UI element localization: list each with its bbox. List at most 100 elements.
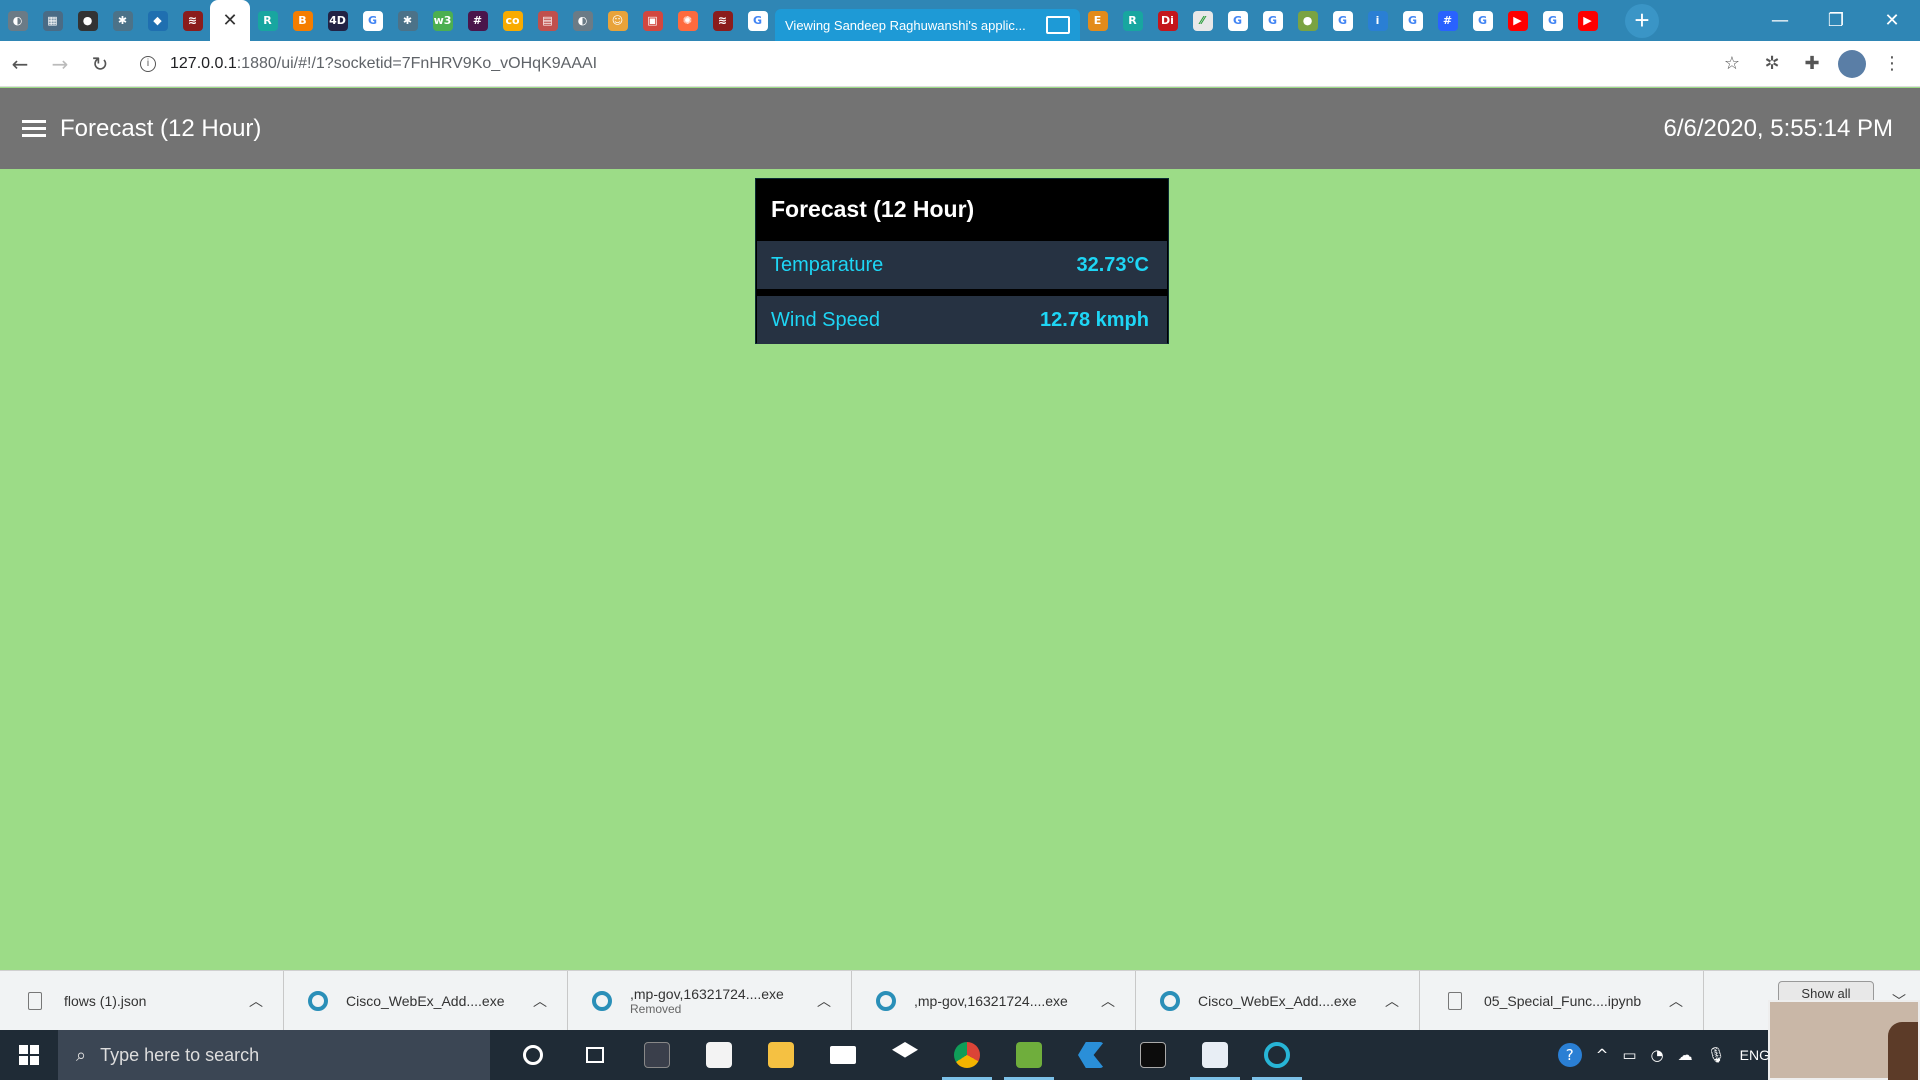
taskbar-app[interactable]	[626, 1030, 688, 1080]
minimize-button[interactable]: —	[1752, 0, 1808, 41]
site-info-icon[interactable]: i	[140, 55, 156, 72]
onedrive-icon[interactable]: ☁	[1678, 1046, 1693, 1064]
browser-tab[interactable]: ⁄⁄	[1185, 0, 1220, 41]
start-button[interactable]	[0, 1030, 58, 1080]
cmd-icon	[1140, 1042, 1166, 1068]
browser-tab[interactable]: 4D	[320, 0, 355, 41]
browser-tab[interactable]: #	[460, 0, 495, 41]
notepad-icon	[1016, 1042, 1042, 1068]
browser-tab[interactable]: ✱	[105, 0, 140, 41]
cortana-icon	[523, 1045, 543, 1065]
chevron-up-icon[interactable]: ︿	[533, 991, 547, 1011]
restore-button[interactable]: ❐	[1808, 0, 1864, 41]
taskbar-app[interactable]	[688, 1030, 750, 1080]
avatar-icon: ☺	[607, 10, 628, 31]
researchgate-icon: R	[257, 10, 278, 31]
cortana-button[interactable]	[502, 1030, 564, 1080]
wifi-icon[interactable]: ◔	[1651, 1046, 1664, 1064]
taskbar-app[interactable]	[1246, 1030, 1308, 1080]
address-bar[interactable]: i 127.0.0.1:1880/ui/#!/1?socketid=7FnHRV…	[130, 47, 1708, 81]
browser-tab[interactable]: G	[1325, 0, 1360, 41]
browser-tab[interactable]: E	[1080, 0, 1115, 41]
browser-tab[interactable]: ◐	[565, 0, 600, 41]
extensions-puzzle-icon[interactable]: ✚	[1798, 50, 1826, 78]
help-icon[interactable]: ?	[1557, 1043, 1582, 1067]
youtube-icon: ▶	[1507, 10, 1528, 31]
profile-avatar[interactable]	[1838, 49, 1866, 78]
taskbar-app[interactable]	[874, 1030, 936, 1080]
back-button[interactable]: ←	[0, 44, 40, 84]
reload-button[interactable]: ↻	[80, 44, 120, 84]
download-item[interactable]: flows (1).json ︿	[0, 970, 284, 1031]
browser-tab[interactable]: ≋	[705, 0, 740, 41]
taskbar-search[interactable]: ⌕ Type here to search	[58, 1030, 490, 1080]
chevron-up-icon[interactable]: ︿	[249, 991, 263, 1011]
forward-button[interactable]: →	[40, 44, 80, 84]
bug-extension-icon[interactable]: ✲	[1758, 50, 1786, 78]
taskbar-app[interactable]	[1184, 1030, 1246, 1080]
browser-tab[interactable]: ●	[1290, 0, 1325, 41]
taskbar-app[interactable]	[936, 1030, 998, 1080]
browser-tab[interactable]: G	[1255, 0, 1290, 41]
browser-tab[interactable]: i	[1360, 0, 1395, 41]
browser-tab[interactable]: ▶	[1500, 0, 1535, 41]
chevron-up-icon[interactable]: ︿	[1101, 991, 1115, 1011]
browser-tab[interactable]: B	[285, 0, 320, 41]
download-item[interactable]: Cisco_WebEx_Add....exe ︿	[284, 970, 568, 1031]
browser-tab[interactable]: w3	[425, 0, 460, 41]
chevron-up-icon[interactable]: ^	[1596, 1046, 1609, 1064]
browser-tab[interactable]: G	[1395, 0, 1430, 41]
battery-icon[interactable]: ▭	[1622, 1046, 1636, 1064]
browser-tab[interactable]: ●	[70, 0, 105, 41]
mindmap-icon: ✱	[112, 10, 133, 31]
hashnode-icon: #	[1437, 10, 1458, 31]
sharing-tab[interactable]: Viewing Sandeep Raghuwanshi's applic...	[775, 9, 1080, 41]
browser-tab[interactable]: G	[1465, 0, 1500, 41]
download-item[interactable]: ,mp-gov,16321724....exe Removed ︿	[568, 970, 852, 1031]
task-view-button[interactable]	[564, 1030, 626, 1080]
window-controls: — ❐ ✕	[1752, 0, 1920, 41]
browser-tab[interactable]: ✺	[670, 0, 705, 41]
taskbar-app[interactable]	[812, 1030, 874, 1080]
close-tab-icon[interactable]: ✕	[220, 10, 240, 31]
browser-tab[interactable]: ≋	[175, 0, 210, 41]
close-window-button[interactable]: ✕	[1864, 0, 1920, 41]
browser-tab[interactable]: ▣	[635, 0, 670, 41]
active-tab[interactable]: ✕	[210, 0, 250, 41]
browser-tab[interactable]: R	[250, 0, 285, 41]
menu-kebab-icon[interactable]: ⋮	[1878, 50, 1906, 78]
browser-tab[interactable]: ◐	[0, 0, 35, 41]
taskbar-app[interactable]	[1060, 1030, 1122, 1080]
browser-tab[interactable]: ▶	[1570, 0, 1605, 41]
browser-tab[interactable]: ◆	[140, 0, 175, 41]
bookmark-star-icon[interactable]: ☆	[1718, 50, 1746, 78]
taskbar-app[interactable]	[750, 1030, 812, 1080]
browser-tab[interactable]: #	[1430, 0, 1465, 41]
download-item[interactable]: ,mp-gov,16321724....exe ︿	[852, 970, 1136, 1031]
browser-tab[interactable]: ☺	[600, 0, 635, 41]
browser-tab[interactable]: R	[1115, 0, 1150, 41]
download-item[interactable]: Cisco_WebEx_Add....exe ︿	[1136, 970, 1420, 1031]
search-icon: ⌕	[76, 1044, 87, 1066]
chevron-up-icon[interactable]: ︿	[817, 991, 831, 1011]
new-tab-button[interactable]: +	[1625, 3, 1659, 38]
browser-tab[interactable]: co	[495, 0, 530, 41]
chevron-up-icon[interactable]: ︿	[1669, 991, 1683, 1011]
download-status: Removed	[630, 1001, 682, 1016]
browser-tab[interactable]: ▦	[35, 0, 70, 41]
language-indicator[interactable]: ENG	[1740, 1047, 1770, 1063]
browser-tab[interactable]: ▤	[530, 0, 565, 41]
browser-tab[interactable]: ✱	[390, 0, 425, 41]
taskbar-app[interactable]	[1122, 1030, 1184, 1080]
chevron-up-icon[interactable]: ︿	[1385, 991, 1399, 1011]
slack-icon: #	[467, 10, 488, 31]
browser-tab[interactable]: Di	[1150, 0, 1185, 41]
browser-tab[interactable]: G	[1535, 0, 1570, 41]
download-item[interactable]: 05_Special_Func....ipynb ︿	[1420, 970, 1704, 1031]
microphone-icon[interactable]: 🎙	[1707, 1046, 1726, 1064]
browser-tab[interactable]: G	[355, 0, 390, 41]
browser-tab[interactable]: G	[740, 0, 775, 41]
taskbar-app[interactable]	[998, 1030, 1060, 1080]
browser-tab[interactable]: G	[1220, 0, 1255, 41]
hamburger-menu-icon[interactable]	[22, 120, 46, 137]
